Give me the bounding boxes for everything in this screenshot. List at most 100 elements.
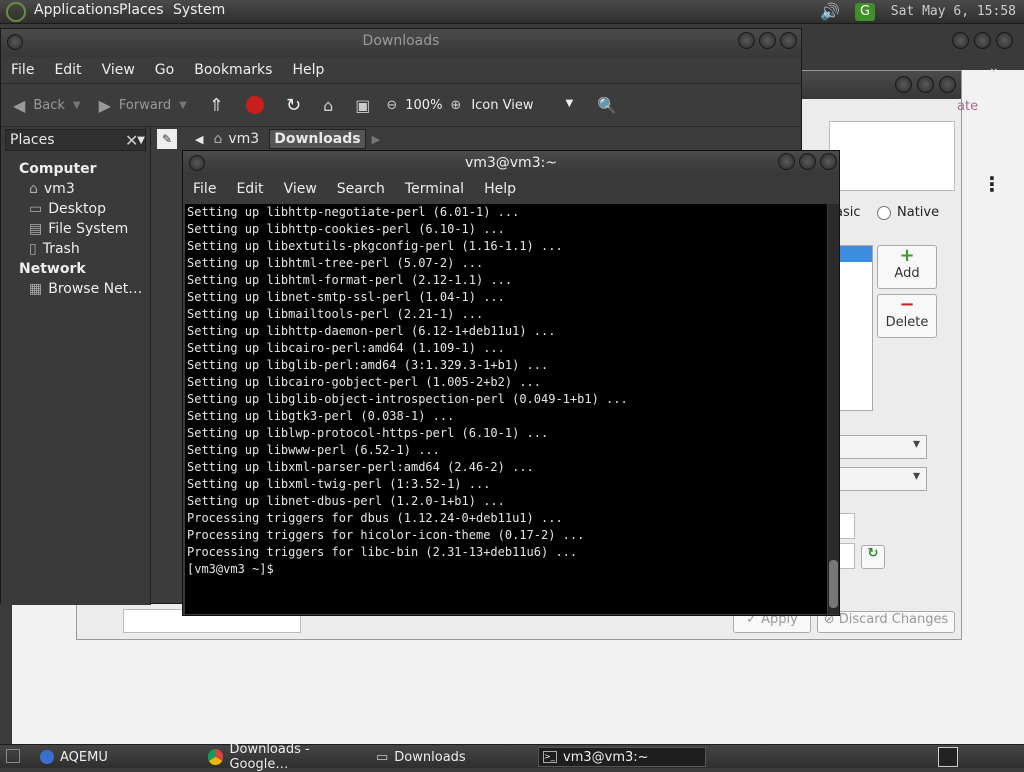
back-button[interactable]: ◀ Back ▼: [13, 96, 81, 115]
chevron-down-icon: ▼: [565, 97, 574, 109]
menu-help[interactable]: Help: [474, 181, 526, 197]
view-mode-select[interactable]: Icon View ▼: [471, 98, 573, 113]
maximize-icon[interactable]: [917, 76, 934, 93]
window-title: Downloads: [362, 33, 440, 49]
edit-path-icon[interactable]: ✎: [157, 129, 177, 149]
places-menu[interactable]: Places: [119, 2, 164, 18]
zoom-level: 100%: [405, 97, 443, 113]
sidebar-item-trash[interactable]: ▯ Trash: [19, 239, 150, 259]
path-right-arrow-icon[interactable]: ▶: [372, 133, 380, 146]
minus-icon: −: [899, 294, 915, 315]
menu-edit[interactable]: Edit: [226, 181, 273, 197]
file-manager-titlebar[interactable]: Downloads: [1, 29, 801, 57]
sidebar-item-file-system[interactable]: ▤ File System: [19, 219, 150, 239]
window-controls: [774, 153, 837, 178]
aqemu-icon: [40, 750, 54, 764]
top-panel: Applications Places System 🔊 G Sat May 6…: [0, 0, 1024, 24]
stop-icon[interactable]: [245, 96, 264, 114]
menu-view[interactable]: View: [274, 181, 327, 197]
taskbar-item-terminal[interactable]: >_ vm3@vm3:~: [538, 747, 706, 767]
menu-go[interactable]: Go: [145, 62, 184, 78]
up-icon[interactable]: ⇑: [209, 95, 224, 116]
terminal-line: Setting up libhttp-negotiate-perl (6.01-…: [187, 205, 520, 219]
add-button[interactable]: + Add: [877, 245, 937, 289]
window-menu-icon[interactable]: [7, 34, 23, 50]
search-icon[interactable]: 🔍: [597, 96, 617, 115]
sidebar-item-desktop[interactable]: ▭ Desktop: [19, 199, 150, 219]
terminal-line: Setting up libxml-parser-perl:amd64 (2.4…: [187, 460, 534, 474]
path-button-downloads[interactable]: Downloads: [269, 129, 366, 149]
terminal-line: Setting up libcairo-perl:amd64 (1.109-1)…: [187, 341, 505, 355]
menu-file[interactable]: File: [1, 62, 44, 78]
trash-icon: ▯: [29, 241, 37, 257]
home-icon[interactable]: ⌂: [323, 96, 333, 115]
menu-bookmarks[interactable]: Bookmarks: [184, 62, 282, 78]
show-desktop-icon[interactable]: [6, 749, 20, 763]
system-menu[interactable]: System: [173, 2, 225, 18]
radio-native[interactable]: [877, 206, 891, 220]
dropdown-1[interactable]: ▾: [829, 435, 927, 459]
window-menu-icon[interactable]: [189, 155, 205, 171]
workspace-switcher-icon[interactable]: [938, 747, 958, 767]
menu-edit[interactable]: Edit: [44, 62, 91, 78]
terminal-window: vm3@vm3:~ File Edit View Search Terminal…: [182, 150, 840, 616]
minimize-icon[interactable]: [895, 76, 912, 93]
delete-button[interactable]: − Delete: [877, 294, 937, 338]
terminal-titlebar[interactable]: vm3@vm3:~: [183, 151, 839, 175]
close-icon[interactable]: [939, 76, 956, 93]
minimize-icon[interactable]: [778, 153, 795, 170]
minimize-icon[interactable]: [952, 32, 969, 49]
close-icon[interactable]: [820, 153, 837, 170]
distro-logo-icon[interactable]: [6, 2, 26, 22]
terminal-icon: >_: [543, 751, 557, 763]
maximize-icon[interactable]: [759, 32, 776, 49]
sidebar-item-vm3[interactable]: ⌂ vm3: [19, 179, 150, 199]
taskbar-item-downloads[interactable]: ▭ Downloads: [372, 747, 536, 767]
path-button-vm3[interactable]: ⌂ vm3: [209, 131, 263, 147]
terminal-scrollbar[interactable]: [828, 204, 839, 614]
menu-help[interactable]: Help: [282, 62, 334, 78]
clock[interactable]: Sat May 6, 15:58: [891, 4, 1016, 19]
taskbar-item-chrome[interactable]: Downloads - Google…: [204, 742, 368, 772]
zoom-out-icon[interactable]: ⊖: [386, 98, 397, 113]
computer-icon[interactable]: ▣: [355, 96, 370, 115]
menu-terminal[interactable]: Terminal: [395, 181, 474, 197]
reload-icon[interactable]: ↻: [286, 95, 301, 116]
maximize-icon[interactable]: [799, 153, 816, 170]
chevron-down-icon[interactable]: ⌄: [988, 60, 1000, 76]
sidebar-item-browse-network[interactable]: ▦ Browse Net…: [19, 279, 150, 299]
refresh-button[interactable]: ↻: [861, 545, 885, 569]
arrow-right-icon: ▶: [98, 95, 111, 115]
terminal-output[interactable]: Setting up libhttp-negotiate-perl (6.01-…: [185, 204, 827, 614]
window-controls: [734, 32, 797, 57]
terminal-line: Setting up libhtml-tree-perl (5.07-2) ..…: [187, 256, 484, 270]
dropdown-2[interactable]: ▾: [829, 467, 927, 491]
places-sidebar: Places ▼ ✕ Computer ⌂ vm3 ▭ Desktop ▤ File …: [1, 127, 151, 605]
terminal-line: [vm3@vm3 ~]$: [187, 562, 274, 576]
minimize-icon[interactable]: [738, 32, 755, 49]
sidebar-heading-computer: Computer: [19, 161, 97, 177]
terminal-line: Setting up libgtk3-perl (0.038-1) ...: [187, 409, 455, 423]
forward-button[interactable]: ▶ Forward ▼: [99, 96, 187, 115]
chevron-down-icon[interactable]: ▼: [73, 100, 81, 111]
chevron-down-icon[interactable]: ▼: [137, 135, 145, 146]
more-options-icon[interactable]: ⋮: [982, 172, 1002, 196]
close-sidebar-icon[interactable]: ✕: [125, 131, 138, 150]
menu-file[interactable]: File: [183, 181, 226, 197]
network-icon: ▦: [29, 281, 43, 297]
update-button[interactable]: ate: [957, 99, 978, 114]
zoom-in-icon[interactable]: ⊕: [450, 98, 461, 113]
applications-menu[interactable]: Applications: [34, 2, 120, 18]
path-left-arrow-icon[interactable]: ◀: [195, 133, 203, 146]
sidebar-select[interactable]: Places: [10, 132, 133, 148]
scrollbar-thumb[interactable]: [829, 560, 838, 608]
close-icon[interactable]: [996, 32, 1013, 49]
chevron-down-icon[interactable]: ▼: [179, 100, 187, 111]
close-icon[interactable]: [780, 32, 797, 49]
taskbar-item-aqemu[interactable]: AQEMU: [36, 747, 196, 767]
volume-icon[interactable]: 🔊: [820, 2, 840, 21]
menu-search[interactable]: Search: [327, 181, 395, 197]
maximize-icon[interactable]: [974, 32, 991, 49]
update-notifier-icon[interactable]: G: [855, 3, 875, 21]
menu-view[interactable]: View: [92, 62, 145, 78]
